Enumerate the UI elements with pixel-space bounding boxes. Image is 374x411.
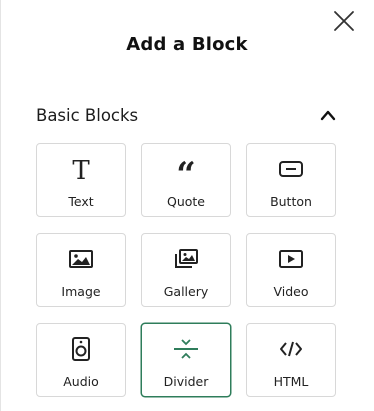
block-grid: T Text “ Quote Button Image Gallery Vide… — [36, 143, 336, 397]
block-label: Text — [68, 194, 94, 209]
panel-edge — [0, 0, 1, 411]
dialog-title: Add a Block — [126, 34, 248, 55]
basic-blocks-section-header[interactable]: Basic Blocks — [36, 102, 336, 128]
text-icon: T — [72, 156, 90, 186]
divider-icon — [172, 338, 200, 364]
block-tile-html[interactable]: HTML — [246, 323, 336, 397]
block-label: Video — [273, 284, 309, 299]
block-tile-audio[interactable]: Audio — [36, 323, 126, 397]
audio-icon — [71, 337, 91, 365]
block-label: Button — [270, 194, 312, 209]
block-label: Divider — [163, 374, 209, 389]
block-tile-image[interactable]: Image — [36, 233, 126, 307]
section-title: Basic Blocks — [36, 105, 139, 125]
close-icon — [331, 8, 357, 34]
block-tile-button[interactable]: Button — [246, 143, 336, 217]
block-label: Gallery — [163, 284, 209, 299]
block-label: HTML — [273, 374, 309, 389]
close-button[interactable] — [331, 8, 357, 34]
chevron-up-icon[interactable] — [320, 106, 336, 125]
button-icon — [278, 159, 304, 183]
quote-icon: “ — [176, 155, 196, 195]
gallery-icon — [173, 248, 199, 274]
block-tile-gallery[interactable]: Gallery — [141, 233, 231, 307]
block-tile-text[interactable]: T Text — [36, 143, 126, 217]
block-tile-quote[interactable]: “ Quote — [141, 143, 231, 217]
video-icon — [278, 249, 304, 273]
block-tile-divider[interactable]: Divider — [141, 323, 231, 397]
block-tile-video[interactable]: Video — [246, 233, 336, 307]
block-label: Image — [61, 284, 101, 299]
code-icon — [278, 339, 304, 363]
image-icon — [68, 249, 94, 273]
block-label: Audio — [63, 374, 99, 389]
block-label: Quote — [166, 194, 205, 209]
